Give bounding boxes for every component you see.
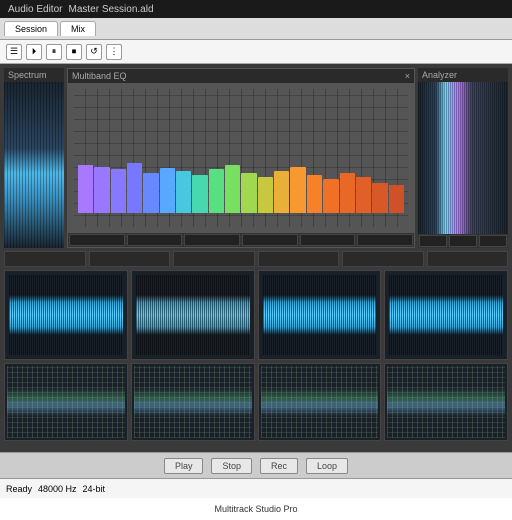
grid-3[interactable]	[258, 363, 382, 441]
eq-knob[interactable]	[69, 234, 125, 246]
analyzer-controls	[418, 234, 508, 248]
spectrum-display-left[interactable]	[4, 82, 64, 248]
left-panel-header: Spectrum	[4, 68, 64, 82]
status-depth: 24-bit	[83, 484, 106, 494]
waveform-row	[4, 270, 508, 360]
toolbar: ☰ ⏵ ⏸ ⏹ ↺ ⋮	[0, 40, 512, 64]
doc-title: Master Session.ald	[68, 4, 153, 15]
eq-band[interactable]	[111, 169, 126, 213]
app-title: Audio Editor	[8, 4, 62, 15]
eq-band[interactable]	[290, 167, 305, 213]
right-analyzer-panel: Analyzer	[418, 68, 508, 248]
mid-strip	[4, 251, 508, 267]
strip-slot[interactable]	[342, 251, 424, 267]
waveform-4[interactable]	[384, 270, 508, 360]
grid-2[interactable]	[131, 363, 255, 441]
stop-button[interactable]: Stop	[211, 458, 252, 474]
waveform-2[interactable]	[131, 270, 255, 360]
eq-knob[interactable]	[357, 234, 413, 246]
pause-icon[interactable]: ⏸	[46, 44, 62, 60]
eq-knob[interactable]	[242, 234, 298, 246]
rec-button[interactable]: Rec	[260, 458, 298, 474]
eq-panel: Multiband EQ×	[67, 68, 415, 248]
upper-panels: Spectrum Multiband EQ× Analyzer	[4, 68, 508, 248]
tab-session[interactable]: Session	[4, 21, 58, 36]
waveform-1[interactable]	[4, 270, 128, 360]
strip-slot[interactable]	[258, 251, 340, 267]
eq-knob[interactable]	[184, 234, 240, 246]
eq-band[interactable]	[323, 179, 338, 213]
left-spectrum-panel: Spectrum	[4, 68, 64, 248]
right-panel-header: Analyzer	[418, 68, 508, 82]
eq-band[interactable]	[78, 165, 93, 213]
eq-band[interactable]	[143, 173, 158, 213]
eq-band[interactable]	[258, 177, 273, 213]
spectrum-display-right[interactable]	[418, 82, 508, 234]
title-bar: Audio Editor Master Session.ald	[0, 0, 512, 18]
eq-band[interactable]	[192, 175, 207, 213]
strip-slot[interactable]	[4, 251, 86, 267]
eq-band[interactable]	[94, 167, 109, 213]
eq-band[interactable]	[225, 165, 240, 213]
play-button[interactable]: Play	[164, 458, 204, 474]
menu-icon[interactable]: ☰	[6, 44, 22, 60]
eq-bars[interactable]	[78, 153, 404, 213]
eq-band[interactable]	[389, 185, 404, 213]
eq-header: Multiband EQ×	[68, 69, 414, 83]
eq-band[interactable]	[127, 163, 142, 213]
status-rate: 48000 Hz	[38, 484, 77, 494]
loop-icon[interactable]: ↺	[86, 44, 102, 60]
eq-knob[interactable]	[300, 234, 356, 246]
eq-band[interactable]	[160, 168, 175, 213]
grid-4[interactable]	[384, 363, 508, 441]
eq-controls	[68, 233, 414, 247]
eq-band[interactable]	[274, 171, 289, 213]
ctrl[interactable]	[449, 235, 477, 247]
footer-label: Multitrack Studio Pro	[214, 504, 297, 514]
eq-area[interactable]	[68, 83, 414, 233]
stop-icon[interactable]: ⏹	[66, 44, 82, 60]
eq-band[interactable]	[176, 171, 191, 213]
loop-button[interactable]: Loop	[306, 458, 348, 474]
status-bar: Ready 48000 Hz 24-bit	[0, 478, 512, 498]
strip-slot[interactable]	[427, 251, 509, 267]
eq-band[interactable]	[209, 169, 224, 213]
strip-slot[interactable]	[89, 251, 171, 267]
footer: Multitrack Studio Pro	[0, 498, 512, 520]
grid-row	[4, 363, 508, 441]
eq-band[interactable]	[340, 173, 355, 213]
ctrl[interactable]	[479, 235, 507, 247]
transport-bar: Play Stop Rec Loop	[0, 452, 512, 478]
eq-band[interactable]	[241, 173, 256, 213]
eq-knob[interactable]	[127, 234, 183, 246]
strip-slot[interactable]	[173, 251, 255, 267]
more-icon[interactable]: ⋮	[106, 44, 122, 60]
waveform-3[interactable]	[258, 270, 382, 360]
play-icon[interactable]: ⏵	[26, 44, 42, 60]
workspace: Spectrum Multiband EQ× Analyzer	[0, 64, 512, 452]
close-icon[interactable]: ×	[405, 71, 410, 81]
eq-band[interactable]	[372, 183, 387, 213]
tab-bar: Session Mix	[0, 18, 512, 40]
status-ready: Ready	[6, 484, 32, 494]
grid-1[interactable]	[4, 363, 128, 441]
eq-band[interactable]	[307, 175, 322, 213]
tab-mix[interactable]: Mix	[60, 21, 96, 36]
ctrl[interactable]	[419, 235, 447, 247]
eq-band[interactable]	[356, 177, 371, 213]
